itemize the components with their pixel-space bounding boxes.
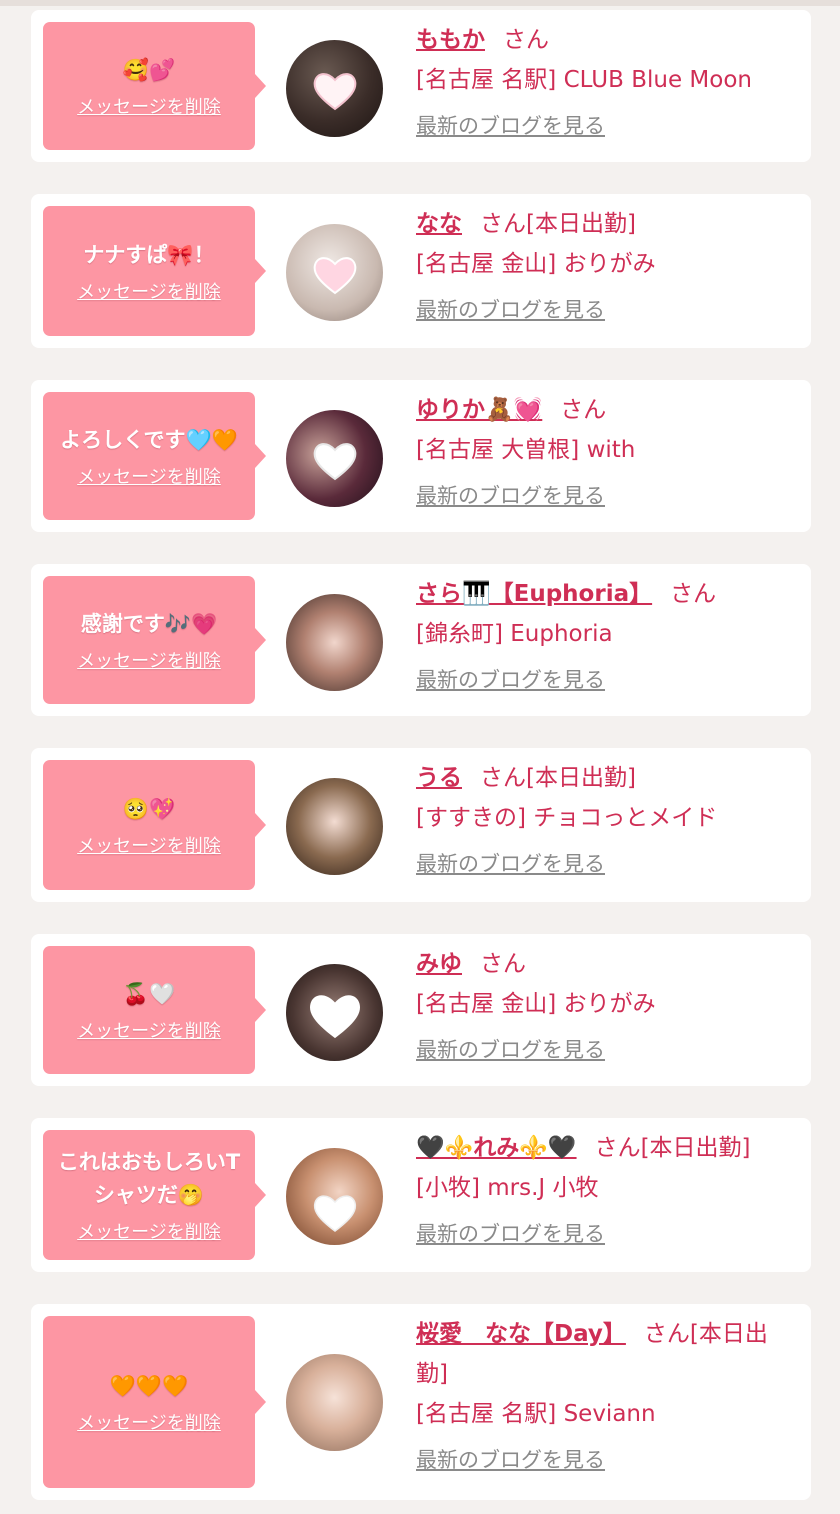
girl-info: さら🎹【Euphoria】 さん [錦糸町] Euphoria 最新のブログを見る — [416, 574, 797, 694]
girl-name-link[interactable]: 🖤⚜️れみ⚜️🖤 — [416, 1135, 577, 1161]
message-bubble: ナナすぱ🎀！ メッセージを削除 — [43, 206, 266, 336]
message-card: よろしくです🩵🧡 メッセージを削除 ゆりか🧸💓 さん [名古屋 大曽根] with… — [31, 380, 811, 532]
shop-label: [名古屋 名駅] CLUB Blue Moon — [416, 67, 752, 93]
top-divider — [0, 0, 840, 6]
message-text: 🥰💕 — [122, 57, 176, 82]
shop-label: [小牧] mrs.J 小牧 — [416, 1175, 599, 1201]
message-bubble: 🍒🤍 メッセージを削除 — [43, 946, 266, 1074]
message-card: 🥰💕 メッセージを削除 ももか さん [名古屋 名駅] CLUB Blue Moo… — [31, 10, 811, 162]
latest-blog-link[interactable]: 最新のブログを見る — [416, 110, 605, 140]
honorific: さん — [560, 397, 607, 423]
girl-name-link[interactable]: 桜愛 なな【Day】 — [416, 1321, 626, 1347]
avatar[interactable] — [286, 594, 383, 691]
girl-info: ゆりか🧸💓 さん [名古屋 大曽根] with 最新のブログを見る — [416, 390, 797, 510]
delete-message-link[interactable]: メッセージを削除 — [77, 1409, 221, 1435]
heart-sticker-icon — [313, 1194, 356, 1232]
message-bubble: 🥺💖 メッセージを削除 — [43, 760, 266, 890]
girl-info: みゆ さん [名古屋 金山] おりがみ 最新のブログを見る — [416, 944, 797, 1064]
name-line: ゆりか🧸💓 さん — [416, 390, 797, 430]
girl-name-link[interactable]: さら🎹【Euphoria】 — [416, 581, 652, 607]
message-card: 🥺💖 メッセージを削除 うる さん[本日出勤] [すすきの] チョコっとメイド 最… — [31, 748, 811, 902]
message-text: ナナすぱ🎀！ — [83, 242, 215, 267]
status-label: [本日出勤] — [526, 211, 636, 237]
message-text: 🧡🧡🧡 — [109, 1373, 189, 1398]
shop-label: [すすきの] チョコっとメイド — [416, 805, 718, 831]
heart-sticker-icon — [313, 72, 356, 110]
name-line: 🖤⚜️れみ⚜️🖤 さん[本日出勤] — [416, 1128, 797, 1168]
latest-blog-link[interactable]: 最新のブログを見る — [416, 294, 605, 324]
message-card: 🍒🤍 メッセージを削除 みゆ さん [名古屋 金山] おりがみ 最新のブログを見る — [31, 934, 811, 1086]
honorific: さん — [670, 581, 717, 607]
message-text: 🍒🤍 — [122, 981, 176, 1006]
heart-sticker-icon — [309, 994, 360, 1038]
girl-name-link[interactable]: ももか — [416, 27, 485, 53]
name-line: うる さん[本日出勤] — [416, 758, 797, 798]
heart-sticker-icon — [313, 442, 356, 480]
message-card: 🧡🧡🧡 メッセージを削除 桜愛 なな【Day】 さん[本日出勤] [名古屋 名駅]… — [31, 1304, 811, 1500]
delete-message-link[interactable]: メッセージを削除 — [77, 1017, 221, 1043]
avatar[interactable] — [286, 1148, 383, 1245]
shop-label: [錦糸町] Euphoria — [416, 621, 613, 647]
message-text: 🥺💖 — [122, 796, 176, 821]
message-card: ナナすぱ🎀！ メッセージを削除 なな さん[本日出勤] [名古屋 金山] おりがみ… — [31, 194, 811, 348]
avatar[interactable] — [286, 778, 383, 875]
delete-message-link[interactable]: メッセージを削除 — [77, 463, 221, 489]
name-line: なな さん[本日出勤] — [416, 204, 797, 244]
girl-name-link[interactable]: なな — [416, 211, 462, 237]
status-label: [本日出勤] — [640, 1135, 751, 1161]
honorific: さん — [480, 951, 526, 977]
message-bubble: 🧡🧡🧡 メッセージを削除 — [43, 1316, 266, 1488]
name-line: みゆ さん — [416, 944, 797, 984]
message-text: 感謝です🎶💗 — [80, 611, 218, 636]
honorific: さん — [594, 1135, 641, 1161]
shop-label: [名古屋 金山] おりがみ — [416, 251, 656, 277]
honorific: さん — [503, 27, 549, 53]
latest-blog-link[interactable]: 最新のブログを見る — [416, 1444, 605, 1474]
honorific: さん — [480, 211, 526, 237]
girl-info: ももか さん [名古屋 名駅] CLUB Blue Moon 最新のブログを見る — [416, 20, 797, 140]
message-text: よろしくです🩵🧡 — [60, 427, 238, 452]
girl-info: 🖤⚜️れみ⚜️🖤 さん[本日出勤] [小牧] mrs.J 小牧 最新のブログを見る — [416, 1128, 797, 1248]
name-line: 桜愛 なな【Day】 さん[本日出勤] — [416, 1314, 797, 1394]
delete-message-link[interactable]: メッセージを削除 — [77, 93, 221, 119]
delete-message-link[interactable]: メッセージを削除 — [77, 278, 221, 304]
girl-info: うる さん[本日出勤] [すすきの] チョコっとメイド 最新のブログを見る — [416, 758, 797, 878]
latest-blog-link[interactable]: 最新のブログを見る — [416, 664, 605, 694]
shop-label: [名古屋 大曽根] with — [416, 437, 636, 463]
honorific: さん — [643, 1321, 690, 1347]
girl-info: 桜愛 なな【Day】 さん[本日出勤] [名古屋 名駅] Seviann 最新のブ… — [416, 1314, 797, 1474]
girl-info: なな さん[本日出勤] [名古屋 金山] おりがみ 最新のブログを見る — [416, 204, 797, 324]
girl-name-link[interactable]: みゆ — [416, 951, 462, 977]
message-bubble: よろしくです🩵🧡 メッセージを削除 — [43, 392, 266, 520]
shop-label: [名古屋 金山] おりがみ — [416, 991, 656, 1017]
heart-sticker-icon — [313, 256, 356, 294]
status-label: [本日出勤] — [526, 765, 636, 791]
shop-label: [名古屋 名駅] Seviann — [416, 1401, 656, 1427]
latest-blog-link[interactable]: 最新のブログを見る — [416, 480, 605, 510]
message-card: これはおもしろいTシャツだ🤭 メッセージを削除 🖤⚜️れみ⚜️🖤 さん[本日出勤]… — [31, 1118, 811, 1272]
delete-message-link[interactable]: メッセージを削除 — [77, 1218, 221, 1244]
avatar[interactable] — [286, 964, 383, 1061]
latest-blog-link[interactable]: 最新のブログを見る — [416, 848, 605, 878]
honorific: さん — [480, 765, 526, 791]
message-bubble: 感謝です🎶💗 メッセージを削除 — [43, 576, 266, 704]
latest-blog-link[interactable]: 最新のブログを見る — [416, 1218, 605, 1248]
message-card: 感謝です🎶💗 メッセージを削除 さら🎹【Euphoria】 さん [錦糸町] Eu… — [31, 564, 811, 716]
message-bubble: 🥰💕 メッセージを削除 — [43, 22, 266, 150]
message-bubble: これはおもしろいTシャツだ🤭 メッセージを削除 — [43, 1130, 266, 1260]
name-line: ももか さん — [416, 20, 797, 60]
avatar[interactable] — [286, 1354, 383, 1451]
name-line: さら🎹【Euphoria】 さん — [416, 574, 797, 614]
latest-blog-link[interactable]: 最新のブログを見る — [416, 1034, 605, 1064]
delete-message-link[interactable]: メッセージを削除 — [77, 832, 221, 858]
avatar[interactable] — [286, 224, 383, 321]
girl-name-link[interactable]: うる — [416, 765, 462, 791]
avatar[interactable] — [286, 410, 383, 507]
avatar[interactable] — [286, 40, 383, 137]
girl-name-link[interactable]: ゆりか🧸💓 — [416, 397, 542, 423]
message-text: これはおもしろいTシャツだ🤭 — [57, 1150, 241, 1207]
delete-message-link[interactable]: メッセージを削除 — [77, 647, 221, 673]
